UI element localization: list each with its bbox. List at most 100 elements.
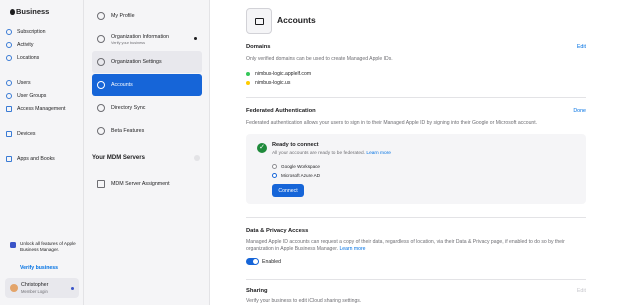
sidebar-item-activity[interactable]: Activity bbox=[6, 39, 80, 50]
main-content: Accounts Domains Edit Only verified doma… bbox=[210, 0, 624, 305]
subnav-item-accounts[interactable]: Accounts bbox=[92, 74, 202, 96]
notification-dot-icon bbox=[71, 287, 74, 290]
promo-text: Unlock all features of Apple Business Ma… bbox=[20, 241, 76, 252]
sharing-edit-button[interactable]: Edit bbox=[577, 288, 586, 294]
subnav-item-organization-settings[interactable]: Organization Settings bbox=[92, 51, 202, 73]
gear-icon bbox=[97, 58, 105, 66]
subnav-item-beta-features[interactable]: Beta Features bbox=[92, 120, 202, 142]
toggle-knob bbox=[253, 259, 258, 264]
learn-more-link[interactable]: Learn more bbox=[366, 151, 391, 156]
federated-auth-title: Federated Authentication bbox=[246, 108, 316, 114]
laptop-icon bbox=[6, 130, 12, 137]
sidebar-item-access-management[interactable]: Access Management bbox=[6, 103, 80, 114]
subnav-item-my-profile[interactable]: My Profile bbox=[92, 5, 202, 27]
info-icon bbox=[97, 35, 105, 43]
page-title: Accounts bbox=[277, 15, 316, 25]
status-dot-icon bbox=[194, 37, 197, 40]
ready-subtitle: All your accounts are ready to be federa… bbox=[272, 151, 391, 156]
sidebar-item-locations[interactable]: Locations bbox=[6, 52, 80, 63]
sidebar-item-label: Access Management bbox=[17, 105, 66, 112]
domain-name: nimbus-logic.us bbox=[255, 80, 291, 86]
user-icon bbox=[6, 79, 12, 86]
ready-subtitle-text: All your accounts are ready to be federa… bbox=[272, 151, 366, 156]
privacy-desc-line1: Managed Apple ID accounts can request a … bbox=[246, 239, 565, 245]
privacy-learn-more-link[interactable]: Learn more bbox=[339, 246, 365, 252]
settings-subnav: My Profile Organization Information Verif… bbox=[84, 0, 210, 305]
location-pin-icon bbox=[6, 54, 12, 61]
business-icon bbox=[10, 242, 16, 248]
privacy-description: Managed Apple ID accounts can request a … bbox=[246, 239, 596, 253]
radio-selected-icon bbox=[272, 173, 277, 178]
lock-icon bbox=[6, 105, 12, 112]
section-divider bbox=[246, 279, 586, 280]
subnav-item-label: Accounts bbox=[111, 82, 133, 88]
add-mdm-server-icon[interactable] bbox=[194, 155, 200, 161]
radio-label: Google Workspace bbox=[281, 164, 320, 169]
domains-edit-button[interactable]: Edit bbox=[577, 44, 586, 50]
app-window: Business Subscription Activity Locations… bbox=[0, 0, 624, 305]
beta-icon bbox=[97, 127, 105, 135]
sidebar-item-user-groups[interactable]: User Groups bbox=[6, 90, 80, 101]
at-icon bbox=[97, 81, 105, 89]
domain-item: nimbus-logic.applelf.com bbox=[246, 71, 311, 77]
avatar bbox=[10, 284, 18, 292]
mdm-section-title: Your MDM Servers bbox=[92, 155, 145, 161]
sidebar-item-label: Apps and Books bbox=[17, 155, 55, 162]
apps-icon bbox=[6, 155, 12, 162]
checkmark-icon: ✓ bbox=[257, 143, 267, 153]
user-name: Christopher bbox=[21, 282, 49, 288]
federated-auth-done-button[interactable]: Done bbox=[573, 108, 586, 114]
toggle-label: Enabled bbox=[262, 259, 282, 265]
sidebar-item-subscription[interactable]: Subscription bbox=[6, 26, 80, 37]
sidebar-item-label: Users bbox=[17, 79, 31, 86]
domains-title: Domains bbox=[246, 44, 271, 50]
sidebar-item-label: User Groups bbox=[17, 92, 47, 99]
apple-logo-icon bbox=[10, 8, 15, 15]
subnav-item-sublabel: Verify your business bbox=[111, 40, 145, 45]
brand-label: Business bbox=[16, 7, 50, 16]
subnav-item-mdm-server-assignment[interactable]: MDM Server Assignment bbox=[92, 173, 202, 195]
brand[interactable]: Business bbox=[10, 7, 49, 16]
accounts-icon bbox=[246, 8, 272, 34]
server-icon bbox=[97, 180, 105, 188]
subnav-item-label: My Profile bbox=[111, 13, 135, 19]
accounts-icon-glyph bbox=[255, 18, 264, 25]
sidebar-item-label: Activity bbox=[17, 41, 34, 48]
sync-icon bbox=[97, 104, 105, 112]
verify-business-link[interactable]: Verify business bbox=[20, 265, 58, 271]
privacy-desc-line2: organization in Apple Business Manager. bbox=[246, 246, 339, 252]
ready-title: Ready to connect bbox=[272, 142, 319, 148]
radio-microsoft-azure-ad[interactable]: Microsoft Azure AD bbox=[272, 173, 320, 178]
domains-description: Only verified domains can be used to cre… bbox=[246, 56, 393, 62]
domain-item: nimbus-logic.us bbox=[246, 80, 290, 86]
sharing-title: Sharing bbox=[246, 288, 268, 294]
privacy-title: Data & Privacy Access bbox=[246, 228, 309, 234]
sidebar-item-users[interactable]: Users bbox=[6, 77, 80, 88]
sharing-description: Verify your business to edit iCloud shar… bbox=[246, 298, 362, 304]
sidebar-item-devices[interactable]: Devices bbox=[6, 128, 80, 139]
user-account-menu[interactable]: Christopher Member Login bbox=[5, 278, 79, 298]
radio-google-workspace[interactable]: Google Workspace bbox=[272, 164, 320, 169]
sidebar-item-apps-and-books[interactable]: Apps and Books bbox=[6, 153, 80, 164]
user-role: Member Login bbox=[21, 289, 48, 294]
user-group-icon bbox=[6, 92, 12, 99]
sidebar-item-label: Subscription bbox=[17, 28, 46, 35]
radio-label: Microsoft Azure AD bbox=[281, 173, 321, 178]
section-divider bbox=[246, 217, 586, 218]
verified-status-icon bbox=[246, 72, 250, 76]
subnav-item-organization-information[interactable]: Organization Information Verify your busi… bbox=[92, 28, 202, 50]
privacy-toggle[interactable] bbox=[246, 258, 259, 265]
section-divider bbox=[246, 97, 586, 98]
subnav-item-label: MDM Server Assignment bbox=[111, 181, 170, 187]
subnav-item-label: Directory Sync bbox=[111, 105, 146, 111]
domain-name: nimbus-logic.applelf.com bbox=[255, 71, 312, 77]
connect-button[interactable]: Connect bbox=[272, 184, 304, 197]
subnav-item-label: Organization Settings bbox=[111, 59, 162, 65]
sidebar-item-label: Devices bbox=[17, 130, 36, 137]
subnav-item-label: Organization Information bbox=[111, 33, 170, 40]
subnav-item-label: Beta Features bbox=[111, 128, 145, 134]
federation-panel: ✓ Ready to connect All your accounts are… bbox=[246, 134, 586, 204]
subnav-item-directory-sync[interactable]: Directory Sync bbox=[92, 97, 202, 119]
user-circle-icon bbox=[97, 12, 105, 20]
subnav-item-text: Organization Information Verify your busi… bbox=[111, 34, 169, 45]
